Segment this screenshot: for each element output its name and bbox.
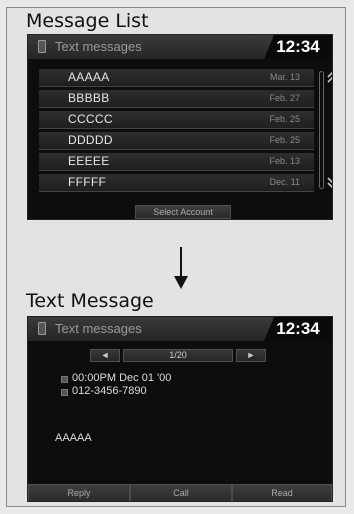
message-row[interactable]: BBBBB Feb. 27: [39, 90, 314, 108]
phone-number-icon: [61, 389, 68, 396]
message-sender: DDDDD: [68, 133, 113, 147]
message-row[interactable]: FFFFF Dec. 11: [39, 174, 314, 192]
double-chevron-up-icon[interactable]: [327, 71, 332, 87]
scrollbar[interactable]: [319, 71, 324, 189]
select-account-button[interactable]: Select Account: [135, 205, 231, 219]
message-list-screen: Text messages 12:34 AAAAA Mar. 13 BBBBB …: [27, 34, 333, 220]
clock: 12:34: [264, 317, 332, 341]
message-row[interactable]: AAAAA Mar. 13: [39, 69, 314, 87]
message-date: Mar. 13: [269, 72, 300, 82]
message-row[interactable]: CCCCC Feb. 25: [39, 111, 314, 129]
message-date: Feb. 13: [269, 156, 300, 166]
message-sender: CCCCC: [68, 112, 113, 126]
next-button[interactable]: ►: [236, 349, 266, 362]
phone-icon: [38, 322, 46, 335]
page-indicator: 1/20: [123, 349, 233, 362]
status-bar: Text messages 12:34: [28, 35, 332, 59]
double-chevron-down-icon[interactable]: [327, 175, 332, 191]
message-timestamp: 00:00PM Dec 01 '00: [72, 372, 172, 384]
message-date: Dec. 11: [269, 177, 300, 187]
sender-phone-number: 012-3456-7890: [72, 385, 147, 397]
clock-icon: [61, 376, 68, 383]
message-row[interactable]: DDDDD Feb. 25: [39, 132, 314, 150]
phone-icon: [38, 40, 46, 53]
screen-title: Text messages: [55, 321, 142, 336]
message-sender: EEEEE: [68, 154, 110, 168]
clock: 12:34: [264, 35, 332, 59]
read-button[interactable]: Read: [232, 484, 332, 501]
message-list-heading: Message List: [26, 10, 149, 32]
screen-title: Text messages: [55, 39, 142, 54]
message-date: Feb. 25: [269, 135, 300, 145]
message-body: AAAAA: [55, 432, 92, 444]
message-sender: FFFFF: [68, 175, 107, 189]
text-message-heading: Text Message: [26, 290, 154, 312]
message-sender: AAAAA: [68, 70, 110, 84]
message-sender: BBBBB: [68, 91, 110, 105]
message-date: Feb. 25: [269, 114, 300, 124]
down-arrow-icon: [174, 276, 188, 289]
message-row[interactable]: EEEEE Feb. 13: [39, 153, 314, 171]
previous-button[interactable]: ◄: [90, 349, 120, 362]
text-message-screen: Text messages 12:34 ◄ 1/20 ► 00:00PM Dec…: [27, 316, 333, 502]
reply-button[interactable]: Reply: [28, 484, 130, 501]
call-button[interactable]: Call: [130, 484, 232, 501]
status-bar: Text messages 12:34: [28, 317, 332, 341]
message-date: Feb. 27: [269, 93, 300, 103]
